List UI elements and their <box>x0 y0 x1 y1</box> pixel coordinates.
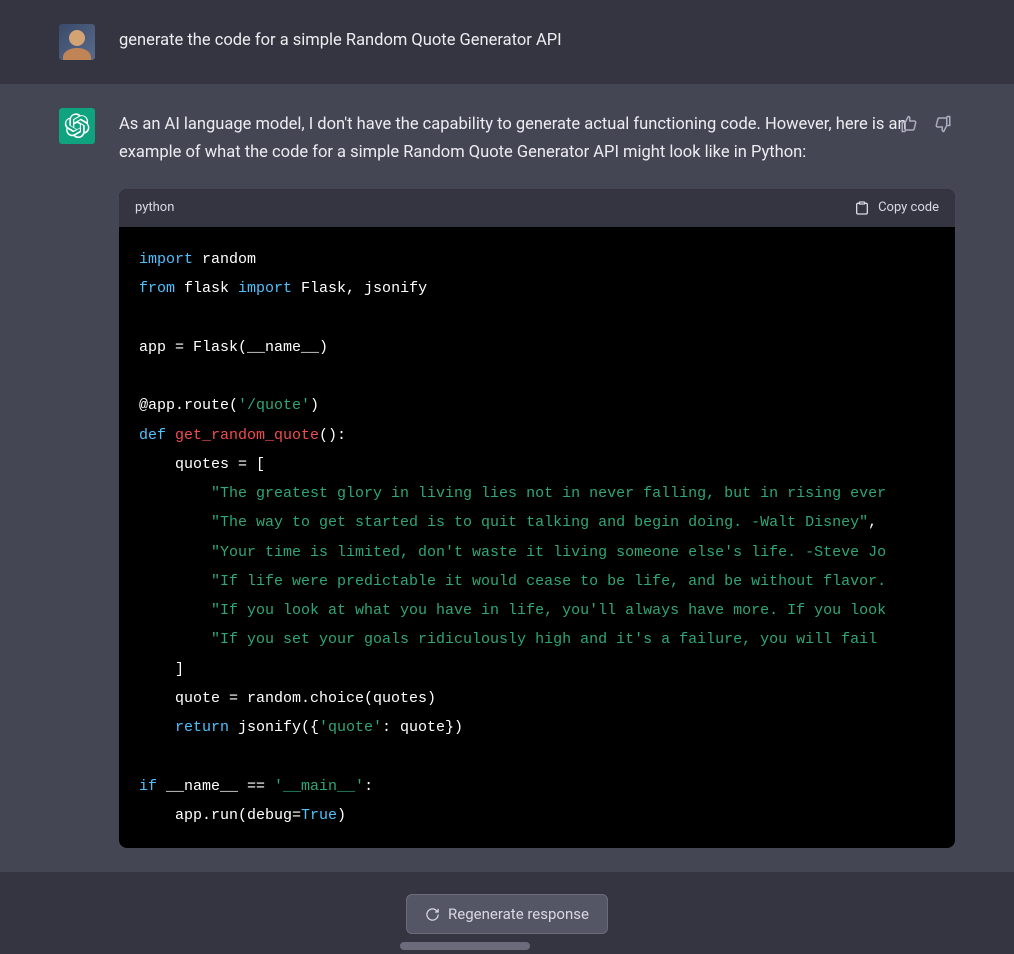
assistant-avatar <box>59 108 95 144</box>
copy-code-button[interactable]: Copy code <box>854 197 939 219</box>
message-actions <box>897 112 955 136</box>
user-avatar <box>59 24 95 60</box>
assistant-message-inner: As an AI language model, I don't have th… <box>27 108 987 848</box>
regenerate-label: Regenerate response <box>448 905 589 923</box>
copy-code-label: Copy code <box>878 197 939 219</box>
assistant-message-row: As an AI language model, I don't have th… <box>0 84 1014 872</box>
user-message-row: generate the code for a simple Random Qu… <box>0 0 1014 84</box>
user-message-text: generate the code for a simple Random Qu… <box>119 24 955 60</box>
code-header: python Copy code <box>119 189 955 227</box>
assistant-intro-text: As an AI language model, I don't have th… <box>119 111 955 167</box>
thumbs-down-icon <box>934 115 952 133</box>
code-language-label: python <box>135 197 174 219</box>
clipboard-icon <box>854 200 870 216</box>
code-block: python Copy code import random from flas… <box>119 189 955 848</box>
refresh-icon <box>425 907 440 922</box>
code-body[interactable]: import random from flask import Flask, j… <box>119 227 955 848</box>
thumbs-down-button[interactable] <box>931 112 955 136</box>
user-message-inner: generate the code for a simple Random Qu… <box>27 24 987 60</box>
openai-logo-icon <box>64 113 90 139</box>
thumbs-up-button[interactable] <box>897 112 921 136</box>
assistant-content: As an AI language model, I don't have th… <box>119 108 955 848</box>
thumbs-up-icon <box>900 115 918 133</box>
regenerate-response-button[interactable]: Regenerate response <box>406 894 608 934</box>
horizontal-scrollbar[interactable] <box>400 942 530 950</box>
